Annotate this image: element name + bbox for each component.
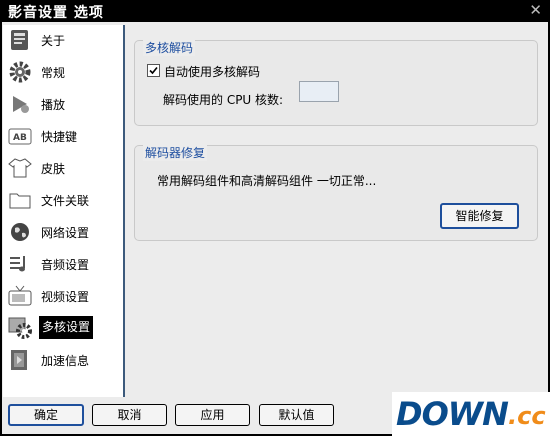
group-title: 多核解码	[143, 39, 196, 56]
watermark-text: DOWN	[396, 395, 509, 433]
ok-button[interactable]: 确定	[8, 404, 84, 426]
about-icon	[7, 28, 33, 52]
sidebar-item-multicore[interactable]: 多核设置	[3, 313, 123, 343]
decoder-repair-group: 解码器修复 常用解码组件和高清解码组件 一切正常... 智能修复	[134, 144, 538, 241]
sidebar-item-label: 皮肤	[41, 162, 66, 176]
sidebar-item-general[interactable]: 常规	[3, 57, 123, 87]
sidebar-item-label: 加速信息	[41, 354, 90, 368]
shirt-icon	[7, 156, 33, 180]
keyboard-icon: AB	[7, 124, 33, 148]
cpu-cores-input[interactable]	[299, 81, 339, 102]
sidebar-item-label: 视频设置	[41, 290, 90, 304]
sidebar-item-skin[interactable]: 皮肤	[3, 153, 123, 183]
speed-icon	[7, 348, 33, 372]
sidebar-item-label: 关于	[41, 34, 66, 48]
multicore-icon	[7, 316, 33, 340]
smart-repair-button[interactable]: 智能修复	[440, 203, 519, 229]
sidebar-item-network[interactable]: 网络设置	[3, 217, 123, 247]
settings-content: 多核解码 自动使用多核解码 解码使用的 CPU 核数: 解码器修复 常用解码组件…	[134, 25, 538, 397]
play-icon	[7, 92, 33, 116]
settings-sidebar: 关于 常规 播放 AB 快捷键 皮肤 文件关联 网络设置 音频设置 视频设置 多…	[3, 25, 125, 397]
sidebar-item-playback[interactable]: 播放	[3, 89, 123, 119]
cpu-cores-label: 解码使用的 CPU 核数:	[163, 93, 284, 107]
sidebar-item-label: 快捷键	[41, 130, 78, 144]
site-watermark: DOWN .cc	[392, 392, 550, 436]
checkbox-label: 自动使用多核解码	[164, 65, 261, 79]
sidebar-item-audio[interactable]: 音频设置	[3, 249, 123, 279]
checkbox-box[interactable]	[147, 64, 160, 77]
default-button[interactable]: 默认值	[259, 404, 334, 426]
decoder-status-text: 常用解码组件和高清解码组件 一切正常...	[157, 174, 377, 188]
folder-icon	[7, 188, 33, 212]
dialog-body: 关于 常规 播放 AB 快捷键 皮肤 文件关联 网络设置 音频设置 视频设置 多…	[2, 22, 548, 434]
group-title: 解码器修复	[143, 144, 208, 161]
tv-icon	[7, 284, 33, 308]
sidebar-item-video[interactable]: 视频设置	[3, 281, 123, 311]
window-title: 影音设置 选项	[8, 5, 104, 21]
sidebar-item-label: 网络设置	[41, 226, 90, 240]
sidebar-item-label: 多核设置	[39, 316, 94, 339]
sidebar-item-acceleration[interactable]: 加速信息	[3, 345, 123, 375]
gear-icon	[7, 60, 33, 84]
sidebar-item-label: 文件关联	[41, 194, 90, 208]
sidebar-item-label: 音频设置	[41, 258, 90, 272]
apply-button[interactable]: 应用	[175, 404, 250, 426]
sidebar-item-label: 常规	[41, 66, 66, 80]
sidebar-item-hotkeys[interactable]: AB 快捷键	[3, 121, 123, 151]
title-bar: 影音设置 选项 ✕	[0, 0, 550, 22]
watermark-domain: .cc	[508, 402, 546, 430]
globe-icon	[7, 220, 33, 244]
cancel-button[interactable]: 取消	[92, 404, 167, 426]
sidebar-item-label: 播放	[41, 98, 66, 112]
sidebar-item-file-association[interactable]: 文件关联	[3, 185, 123, 215]
sidebar-item-about[interactable]: 关于	[3, 25, 123, 55]
audio-icon	[7, 252, 33, 276]
multicore-decoding-group: 多核解码 自动使用多核解码 解码使用的 CPU 核数:	[134, 39, 538, 126]
close-icon[interactable]: ✕	[529, 1, 542, 19]
svg-text:AB: AB	[13, 133, 27, 143]
